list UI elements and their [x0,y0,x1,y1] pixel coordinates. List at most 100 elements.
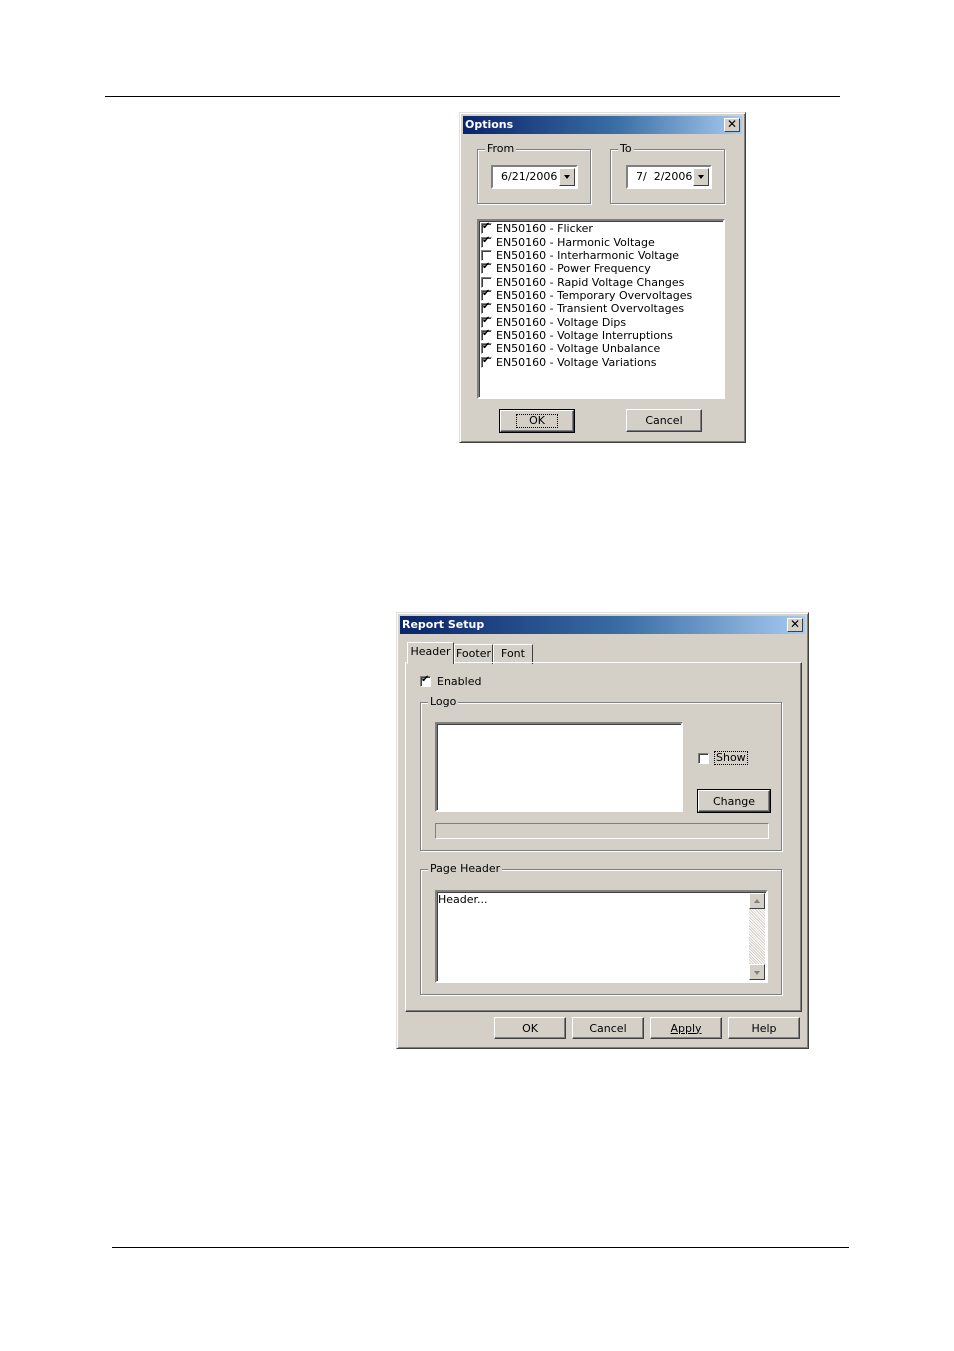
item-label: EN50160 - Temporary Overvoltages [496,288,693,302]
close-button[interactable]: ✕ [787,618,803,632]
options-titlebar[interactable]: Options ✕ [463,116,742,134]
list-item[interactable]: ✔ EN50160 - Power Frequency [479,261,723,275]
check-icon: ✔ [482,354,491,366]
show-label: Show [714,751,748,765]
item-label: EN50160 - Voltage Unbalance [496,342,661,356]
help-label: Help [751,1021,777,1035]
tab-footer-label: Footer [456,647,491,660]
check-icon: ✔ [482,221,491,233]
checklist-items: ✔ EN50160 - Flicker ✔ EN50160 - Harmonic Vo… [479,221,723,369]
item-checkbox[interactable]: ✔ [481,221,492,235]
cancel-button[interactable]: Cancel [626,409,702,432]
ok-button[interactable]: OK [494,1017,566,1039]
item-checkbox[interactable]: ✔ [481,301,492,315]
to-group: To 7/ 2/2006 [610,142,725,204]
list-item[interactable]: ✔ EN50160 - Voltage Dips [479,314,723,329]
item-checkbox[interactable]: ✔ [481,287,492,301]
logo-group-label: Logo [428,695,459,709]
list-item[interactable]: ✔ EN50160 - Voltage Variations [479,354,723,369]
chevron-down-icon [698,175,704,179]
show-checkbox[interactable] [698,752,709,764]
tab-header-label: Header [410,645,451,658]
item-checkbox[interactable]: ✔ [481,314,492,328]
item-label: EN50160 - Voltage Interruptions [496,328,673,342]
item-label: EN50160 - Transient Overvoltages [496,302,685,316]
options-dialog: Options ✕ From 6/21/2006 To 7/ 2/2006 ✔ E… [459,112,746,443]
logo-preview [435,722,683,812]
item-label: EN50160 - Rapid Voltage Changes [496,275,685,289]
list-item[interactable]: ✔ EN50160 - Flicker [479,221,723,236]
apply-label: Apply [670,1021,702,1035]
scroll-up-button[interactable] [749,893,765,909]
list-item[interactable]: EN50160 - Interharmonic Voltage [479,249,723,262]
ok-label: OK [522,1021,538,1035]
item-checkbox[interactable] [481,249,492,261]
item-checkbox[interactable]: ✔ [481,341,492,355]
report-setup-dialog: Report Setup ✕ Header Footer Font ✔ Enab… [396,612,809,1049]
check-icon: ✔ [482,314,491,326]
check-icon: ✔ [482,234,491,246]
from-group: From 6/21/2006 [477,142,591,204]
logo-path-field [435,823,769,839]
enabled-checkbox-row[interactable]: ✔ Enabled [420,674,482,688]
help-button[interactable]: Help [728,1017,800,1039]
check-icon: ✔ [482,301,491,313]
list-item[interactable]: ✔ EN50160 - Temporary Overvoltages [479,287,723,302]
chevron-up-icon [754,899,760,903]
item-label: EN50160 - Harmonic Voltage [496,235,655,249]
report-type-checklist[interactable]: ✔ EN50160 - Flicker ✔ EN50160 - Harmonic Vo… [477,219,725,399]
to-date-picker[interactable]: 7/ 2/2006 [626,165,712,189]
report-setup-titlebar[interactable]: Report Setup ✕ [400,616,805,634]
to-date-value: 7/ 2/2006 [636,170,693,183]
check-icon: ✔ [482,327,491,339]
to-label: To [618,142,634,156]
check-icon: ✔ [421,674,430,685]
top-rule [105,96,840,97]
change-label: Change [712,794,756,808]
cancel-button[interactable]: Cancel [572,1017,644,1039]
header-text-area[interactable]: Header... [435,890,768,983]
vertical-scrollbar[interactable] [749,893,765,980]
show-checkbox-row[interactable]: Show [698,751,748,765]
tab-footer[interactable]: Footer [454,644,493,664]
tab-header[interactable]: Header [407,642,454,664]
apply-button[interactable]: Apply [650,1017,722,1039]
list-item[interactable]: ✔ EN50160 - Harmonic Voltage [479,234,723,249]
item-checkbox[interactable]: ✔ [481,327,492,341]
to-dropdown-button[interactable] [693,168,709,186]
check-icon: ✔ [482,287,491,299]
item-checkbox[interactable]: ✔ [481,234,492,248]
page-header-group-label: Page Header [428,862,503,876]
header-text: Header... [438,893,488,906]
ok-button[interactable]: OK [499,409,575,433]
item-checkbox[interactable]: ✔ [481,261,492,275]
list-item[interactable]: ✔ EN50160 - Voltage Interruptions [479,327,723,342]
page-header-group: Page Header Header... [420,862,782,995]
item-checkbox[interactable]: ✔ [481,354,492,368]
change-logo-button[interactable]: Change [697,789,771,813]
from-dropdown-button[interactable] [559,168,575,186]
scroll-down-button[interactable] [749,964,765,980]
item-label: EN50160 - Interharmonic Voltage [496,248,680,262]
close-icon: ✕ [726,117,738,131]
logo-group: Logo Show Change [420,695,782,851]
tab-font-label: Font [501,647,525,660]
from-date-picker[interactable]: 6/21/2006 [491,165,578,189]
ok-label: OK [516,414,558,428]
tab-panel: ✔ Enabled Logo Show Change Page Header H… [405,662,802,1012]
enabled-checkbox[interactable]: ✔ [420,674,431,687]
item-label: EN50160 - Voltage Variations [496,355,657,369]
tab-font[interactable]: Font [493,644,533,664]
close-button[interactable]: ✕ [724,118,740,132]
dialog-title: Report Setup [402,618,485,631]
list-item[interactable]: EN50160 - Rapid Voltage Changes [479,275,723,289]
list-item[interactable]: ✔ EN50160 - Transient Overvoltages [479,301,723,316]
dialog-title: Options [465,118,514,131]
enabled-label: Enabled [437,675,482,688]
item-checkbox[interactable] [481,276,492,288]
list-item[interactable]: ✔ EN50160 - Voltage Unbalance [479,341,723,356]
item-label: EN50160 - Flicker [496,222,593,236]
item-label: EN50160 - Voltage Dips [496,315,627,329]
from-label: From [485,142,517,156]
check-icon: ✔ [482,261,491,273]
